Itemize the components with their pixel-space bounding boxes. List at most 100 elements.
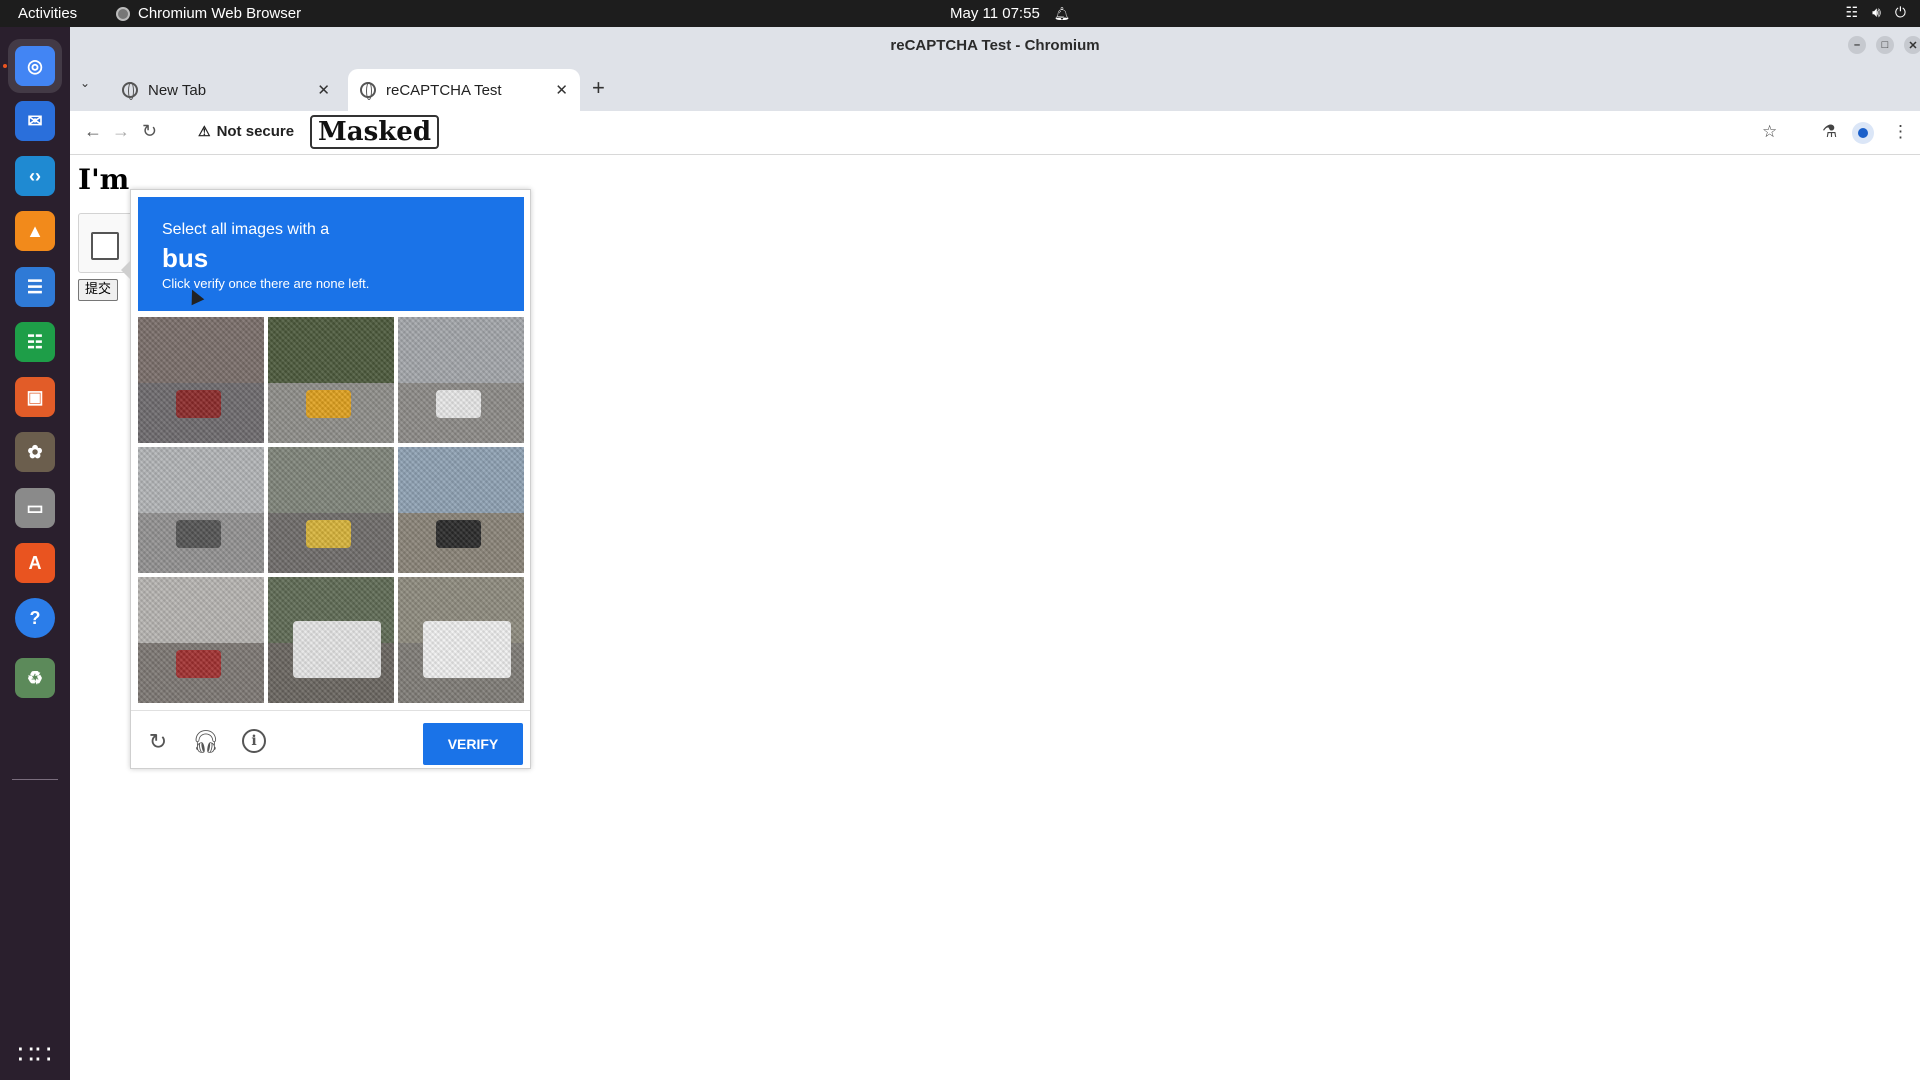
challenge-footer: ↻ 🎧︎ i VERIFY — [131, 710, 530, 768]
dock-item-gimp[interactable]: ✿ — [8, 425, 62, 479]
dock-item-appcenter[interactable]: A — [8, 536, 62, 590]
app-menu[interactable]: Chromium Web Browser — [116, 5, 301, 22]
security-indicator[interactable]: ⚠ Not secure — [198, 123, 294, 140]
dock-item-vlc[interactable]: ▲ — [8, 204, 62, 258]
help-icon: ? — [15, 598, 55, 638]
browser-window: reCAPTCHA Test - Chromium – □ ✕ ⌄ New Ta… — [70, 27, 1920, 1080]
dock-item-files[interactable]: ▭ — [8, 481, 62, 535]
tile-car-rear[interactable] — [138, 317, 264, 443]
dock-item-calc[interactable]: ☷ — [8, 315, 62, 369]
app-grid-icon: ∷∷ — [17, 1038, 53, 1069]
tile-street-car[interactable] — [398, 317, 524, 443]
page-content: I'm 提交 Select all images with a bus Clic… — [70, 155, 1920, 1080]
page-heading: I'm — [78, 163, 130, 196]
dock: ◎ ✉ ‹› ▲ ☰ ☷ ▣ ✿ ▭ A? ♻ ∷∷ — [0, 27, 70, 1080]
minimize-icon[interactable]: – — [1848, 36, 1866, 54]
tab-label: reCAPTCHA Test — [386, 81, 502, 99]
warning-icon: ⚠ — [198, 123, 211, 139]
tile-transit-bus[interactable] — [268, 577, 394, 703]
close-tab-icon[interactable]: ✕ — [317, 81, 330, 99]
writer-icon: ☰ — [15, 267, 55, 307]
dock-item-thunderbird[interactable]: ✉ — [8, 94, 62, 148]
network-icon: ☷ — [1845, 4, 1859, 20]
recaptcha-checkbox[interactable] — [91, 232, 119, 260]
audio-headphones-icon[interactable]: 🎧︎ — [192, 729, 220, 755]
dock-item-trash[interactable]: ♻ — [8, 651, 62, 705]
tab-recaptcha-test[interactable]: reCAPTCHA Test ✕ — [348, 69, 580, 111]
tile-noise — [268, 317, 394, 443]
captcha-challenge-popup: Select all images with a bus Click verif… — [121, 189, 531, 769]
tile-city-street[interactable] — [138, 577, 264, 703]
tile-noise — [398, 317, 524, 443]
tile-coach-bus[interactable] — [398, 577, 524, 703]
tab-label: New Tab — [148, 81, 207, 99]
dock-item-writer[interactable]: ☰ — [8, 260, 62, 314]
profile-avatar-icon[interactable] — [1852, 122, 1874, 144]
trash-icon: ♻ — [15, 658, 55, 698]
appcenter-icon: A — [15, 543, 55, 583]
volume-icon: 🔊︎ — [1872, 4, 1881, 20]
tile-road-lines[interactable] — [268, 447, 394, 573]
files-icon: ▭ — [15, 488, 55, 528]
calc-icon: ☷ — [15, 322, 55, 362]
dock-separator — [12, 779, 58, 780]
address-bar-masked[interactable]: Masked — [310, 115, 440, 149]
verify-button[interactable]: VERIFY — [423, 723, 523, 765]
tile-highway[interactable] — [138, 447, 264, 573]
window-titlebar: reCAPTCHA Test - Chromium – □ ✕ — [70, 27, 1920, 63]
tile-traffic-lights[interactable] — [398, 447, 524, 573]
browser-toolbar: ← → ↻ ⚠ Not secure Masked ☆ ⚗ ⋮ — [70, 111, 1920, 155]
tile-noise — [398, 447, 524, 573]
system-tray[interactable]: ☷ 🔊︎ ⏻ — [1846, 4, 1906, 21]
forward-icon[interactable]: → — [112, 121, 130, 142]
dock-item-vscode[interactable]: ‹› — [8, 149, 62, 203]
globe-icon — [360, 82, 376, 100]
reload-challenge-icon[interactable]: ↻ — [145, 729, 171, 755]
tile-noise — [138, 447, 264, 573]
app-name-label: Chromium Web Browser — [138, 5, 302, 22]
vscode-icon: ‹› — [15, 156, 55, 196]
image-grid — [138, 317, 524, 703]
tile-noise — [138, 317, 264, 443]
impress-icon: ▣ — [15, 377, 55, 417]
dock-item-impress[interactable]: ▣ — [8, 370, 62, 424]
clock[interactable]: May 11 07:55 🔔︎ — [950, 5, 1070, 22]
window-title: reCAPTCHA Test - Chromium — [890, 36, 1100, 54]
show-apps-button[interactable]: ∷∷ — [8, 1027, 62, 1081]
new-tab-icon[interactable]: + — [592, 75, 605, 101]
tile-noise — [138, 577, 264, 703]
labs-flask-icon[interactable]: ⚗ — [1822, 122, 1837, 142]
power-icon: ⏻ — [1894, 4, 1906, 20]
reload-icon[interactable]: ↻ — [142, 121, 157, 142]
menu-kebab-icon[interactable]: ⋮ — [1892, 122, 1909, 142]
tile-noise — [268, 447, 394, 573]
dock-item-chromium[interactable]: ◎ — [8, 39, 62, 93]
maximize-icon[interactable]: □ — [1876, 36, 1894, 54]
bell-icon: 🔔︎ — [1053, 5, 1071, 21]
submit-button[interactable]: 提交 — [78, 279, 119, 301]
tile-noise — [268, 577, 394, 703]
security-label: Not secure — [216, 123, 295, 140]
challenge-hint: Click verify once there are none left. — [162, 276, 370, 291]
gimp-icon: ✿ — [15, 432, 55, 472]
chromium-small-icon — [116, 6, 130, 21]
running-indicator — [3, 64, 7, 68]
tile-noise — [398, 577, 524, 703]
close-window-icon[interactable]: ✕ — [1904, 36, 1920, 54]
close-tab-icon[interactable]: ✕ — [555, 81, 568, 99]
info-icon[interactable]: i — [242, 729, 266, 753]
system-top-bar: Activities Chromium Web Browser May 11 0… — [0, 0, 1920, 27]
thunderbird-icon: ✉ — [15, 101, 55, 141]
vlc-icon: ▲ — [15, 211, 55, 251]
tab-new-tab[interactable]: New Tab ✕ — [110, 69, 342, 111]
challenge-instruction: Select all images with a — [162, 221, 330, 238]
bookmark-star-icon[interactable]: ☆ — [1762, 122, 1777, 142]
tab-search-icon[interactable]: ⌄ — [80, 76, 90, 90]
dock-item-help[interactable]: ? — [8, 591, 62, 645]
globe-icon — [122, 82, 138, 100]
back-icon[interactable]: ← — [84, 121, 102, 142]
tile-school-bus[interactable] — [268, 317, 394, 443]
datetime-label: May 11 07:55 — [950, 5, 1040, 22]
activities-button[interactable]: Activities — [18, 5, 77, 22]
tab-strip: ⌄ New Tab ✕ reCAPTCHA Test ✕ + — [70, 63, 1920, 111]
